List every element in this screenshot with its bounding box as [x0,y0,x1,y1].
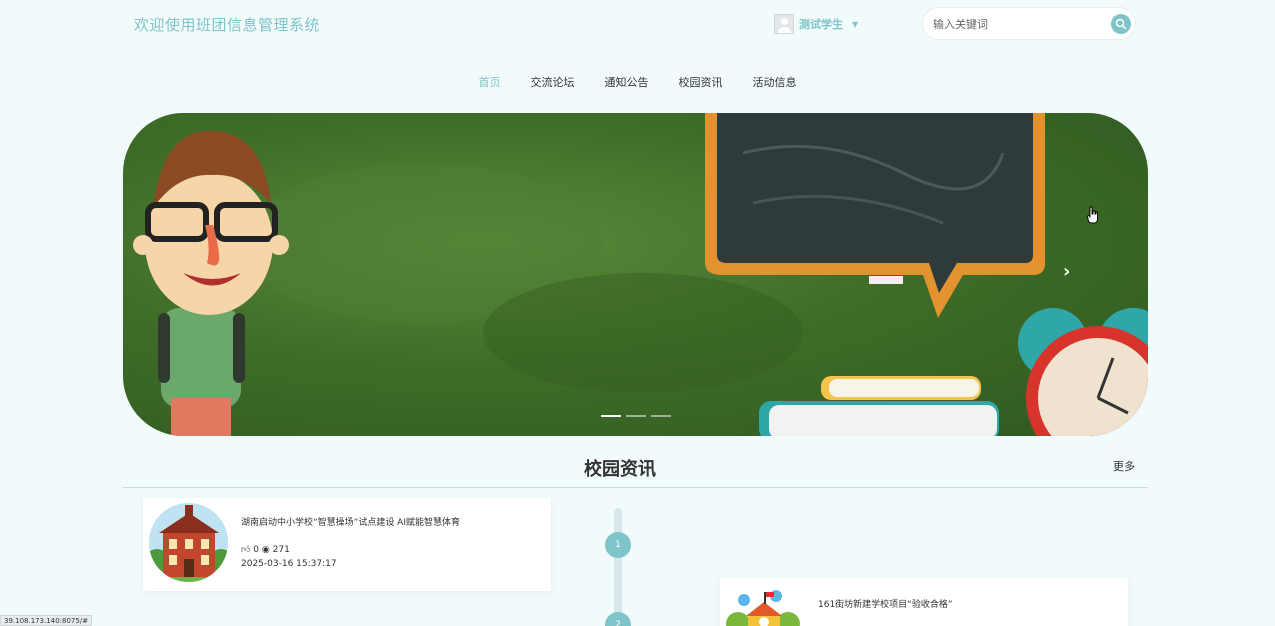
carousel-dot[interactable] [601,415,621,417]
books-icon [759,376,999,436]
news-thumbnail [149,503,228,582]
main-nav: 首页 交流论坛 通知公告 校园资讯 活动信息 [0,74,1275,90]
carousel-dot[interactable] [626,415,646,417]
nav-item-activities[interactable]: 活动信息 [738,74,812,90]
news-title: 湖南启动中小学校“智慧操场”试点建设 AI赋能智慧体育 [241,518,460,528]
banner-next-button[interactable]: › [1063,261,1070,282]
nav-item-home[interactable]: 首页 [464,74,516,90]
news-stats: 👍︎ 0 ◉ 271 [241,545,290,555]
banner-illustration [133,113,1148,436]
more-link[interactable]: 更多 [1113,458,1135,474]
chevron-down-icon: ▼ [852,19,859,29]
nav-item-forum[interactable]: 交流论坛 [516,74,590,90]
news-date: 2025-03-16 15:37:17 [241,559,337,569]
search-icon [1115,18,1127,30]
hand-cursor-icon [1087,206,1098,224]
search-button[interactable] [1111,14,1131,34]
section-title: 校园资讯 [584,459,656,480]
school-illustration-icon [726,590,800,626]
carousel-dot[interactable] [651,415,671,417]
school-building-icon [149,503,228,582]
views-count: 271 [272,545,290,555]
cartoon-boy-icon [133,130,289,436]
search-box [922,7,1136,40]
likes-count: 0 [253,545,260,555]
site-title: 欢迎使用班团信息管理系统 [134,16,321,34]
timeline-bar [614,508,622,626]
alarm-clock-icon [1018,308,1148,436]
user-menu[interactable]: 测试学生 ▼ [774,14,858,34]
nav-item-campus-news[interactable]: 校园资讯 [664,74,738,90]
thumbs-up-icon: 👍︎ [241,545,251,555]
status-bar-url: 39.108.173.140:8075/# [0,615,93,626]
nav-item-notices[interactable]: 通知公告 [590,74,664,90]
banner-carousel[interactable]: › [123,113,1148,436]
search-input[interactable] [933,16,1103,32]
section-divider [123,487,1148,488]
eye-icon: ◉ [261,545,270,555]
user-name: 测试学生 [799,18,843,31]
timeline-node: 1 [605,532,631,558]
news-card[interactable]: 湖南启动中小学校“智慧操场”试点建设 AI赋能智慧体育 👍︎ 0 ◉ 271 2… [143,498,551,591]
news-card[interactable]: 161街坊新建学校项目“验收合格” [720,578,1128,626]
timeline-node: 2 [605,612,631,626]
carousel-indicators [601,415,671,417]
avatar [774,14,794,34]
news-title: 161街坊新建学校项目“验收合格” [818,600,953,610]
chalkboard-icon [705,113,1045,318]
news-thumbnail [726,586,801,626]
